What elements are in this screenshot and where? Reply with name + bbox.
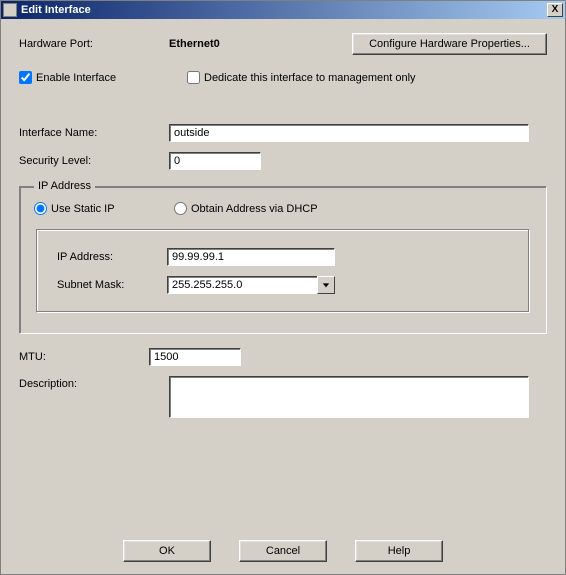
ip-address-label: IP Address: [57, 251, 167, 263]
edit-interface-dialog: Edit Interface X Hardware Port: Ethernet… [0, 0, 566, 575]
titlebar: Edit Interface X [1, 1, 565, 19]
description-textarea[interactable] [169, 376, 529, 418]
dedicate-mgmt-checkbox[interactable] [187, 71, 200, 84]
dhcp-radio-wrap[interactable]: Obtain Address via DHCP [174, 202, 318, 215]
subnet-mask-dropdown-button[interactable] [317, 276, 335, 294]
hardware-port-label: Hardware Port: [19, 38, 169, 50]
static-ip-panel: IP Address: Subnet Mask: [36, 229, 530, 313]
subnet-mask-input[interactable] [167, 276, 317, 294]
security-level-label: Security Level: [19, 155, 169, 167]
subnet-mask-label: Subnet Mask: [57, 279, 167, 291]
dhcp-radio[interactable] [174, 202, 187, 215]
ok-button[interactable]: OK [123, 540, 211, 562]
help-button[interactable]: Help [355, 540, 443, 562]
client-area: Hardware Port: Ethernet0 Configure Hardw… [1, 19, 565, 438]
configure-hardware-button[interactable]: Configure Hardware Properties... [352, 33, 547, 55]
static-ip-radio[interactable] [34, 202, 47, 215]
app-icon [3, 3, 17, 17]
ip-address-legend: IP Address [34, 180, 95, 192]
enable-interface-checkbox[interactable] [19, 71, 32, 84]
dedicate-mgmt-checkbox-wrap[interactable]: Dedicate this interface to management on… [187, 71, 416, 84]
hardware-port-value: Ethernet0 [169, 38, 352, 50]
close-button[interactable]: X [547, 3, 563, 17]
ip-address-input[interactable] [167, 248, 335, 266]
dialog-footer: OK Cancel Help [1, 540, 565, 562]
static-ip-radio-wrap[interactable]: Use Static IP [34, 202, 174, 215]
mtu-label: MTU: [19, 351, 149, 363]
mtu-input[interactable] [149, 348, 241, 366]
subnet-mask-select[interactable] [167, 276, 335, 294]
interface-name-input[interactable] [169, 124, 529, 142]
dedicate-mgmt-label: Dedicate this interface to management on… [204, 72, 416, 84]
interface-name-label: Interface Name: [19, 127, 169, 139]
dhcp-label: Obtain Address via DHCP [191, 203, 318, 215]
window-title: Edit Interface [21, 4, 547, 16]
security-level-input[interactable] [169, 152, 261, 170]
description-label: Description: [19, 376, 169, 390]
chevron-down-icon [322, 281, 330, 289]
ip-address-group: IP Address Use Static IP Obtain Address … [19, 180, 547, 334]
enable-interface-checkbox-wrap[interactable]: Enable Interface [19, 71, 169, 84]
static-ip-label: Use Static IP [51, 203, 115, 215]
cancel-button[interactable]: Cancel [239, 540, 327, 562]
enable-interface-label: Enable Interface [36, 72, 116, 84]
